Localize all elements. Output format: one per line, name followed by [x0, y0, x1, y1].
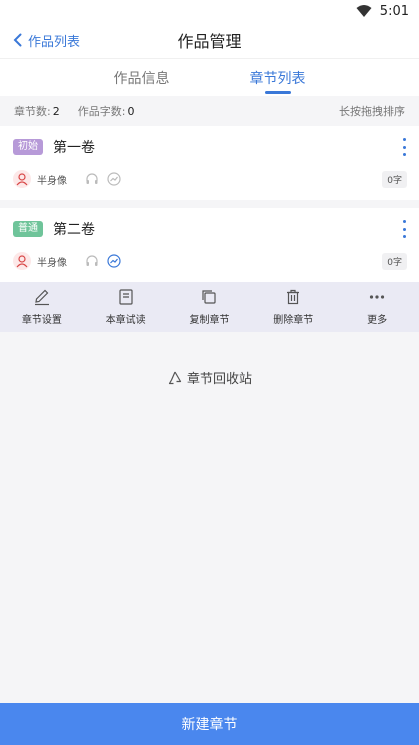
summary-bar: 章节数: 2 作品字数: 0 长按拖拽排序 [0, 96, 419, 126]
book-icon [119, 289, 133, 305]
chapter-recycle-bin-link[interactable]: 章节回收站 [0, 368, 419, 387]
chapter-preview-button[interactable]: 本章试读 [84, 282, 168, 332]
volume-more-button[interactable] [399, 220, 409, 238]
back-label: 作品列表 [28, 34, 81, 50]
chapter-count: 2 [52, 104, 60, 118]
sort-hint: 长按拖拽排序 [339, 105, 405, 118]
trash-icon [287, 289, 300, 305]
status-time: 5:01 [379, 3, 409, 19]
volume-word-count: 0字 [382, 253, 407, 270]
copy-icon [202, 290, 217, 304]
new-chapter-button[interactable]: 新建章节 [0, 703, 419, 745]
chapter-settings-button[interactable]: 章节设置 [0, 282, 84, 332]
more-icon [369, 295, 385, 299]
volume-badge: 初始 [13, 139, 43, 155]
role-name: 半身像 [37, 257, 67, 269]
delete-chapter-button[interactable]: 删除章节 [251, 282, 335, 332]
chapter-action-bar: 章节设置 本章试读 复制章节 删除章节 更多 [0, 282, 419, 332]
volume-item[interactable]: 普通 第二卷 半身像 0字 [0, 208, 419, 282]
more-button[interactable]: 更多 [335, 282, 419, 332]
avatar-icon [13, 252, 31, 270]
tab-work-info[interactable]: 作品信息 [0, 59, 210, 96]
volume-title: 第一卷 [53, 140, 95, 156]
pencil-icon [34, 289, 49, 306]
word-count-label: 作品字数: [77, 105, 126, 118]
headphone-icon [86, 255, 98, 266]
chevron-left-icon [13, 33, 22, 47]
recycle-icon [168, 371, 182, 384]
role-name: 半身像 [37, 175, 67, 187]
back-button[interactable]: 作品列表 [10, 22, 80, 58]
avatar-icon [13, 170, 31, 188]
volume-item[interactable]: 初始 第一卷 半身像 0字 [0, 126, 419, 200]
tab-bar: 作品信息 章节列表 [0, 58, 419, 96]
nav-bar: 作品列表 作品管理 [0, 22, 419, 58]
volume-word-count: 0字 [382, 171, 407, 188]
status-bar: 5:01 [0, 0, 419, 22]
word-count: 0 [127, 104, 135, 118]
volume-badge: 普通 [13, 221, 43, 237]
wifi-icon [356, 5, 372, 17]
volume-title: 第二卷 [53, 222, 95, 238]
image-icon [107, 254, 121, 268]
headphone-icon [86, 173, 98, 184]
image-icon [107, 172, 121, 186]
chapter-count-label: 章节数: [14, 105, 51, 118]
volume-more-button[interactable] [399, 138, 409, 156]
copy-chapter-button[interactable]: 复制章节 [168, 282, 252, 332]
tab-chapter-list[interactable]: 章节列表 [210, 59, 419, 96]
